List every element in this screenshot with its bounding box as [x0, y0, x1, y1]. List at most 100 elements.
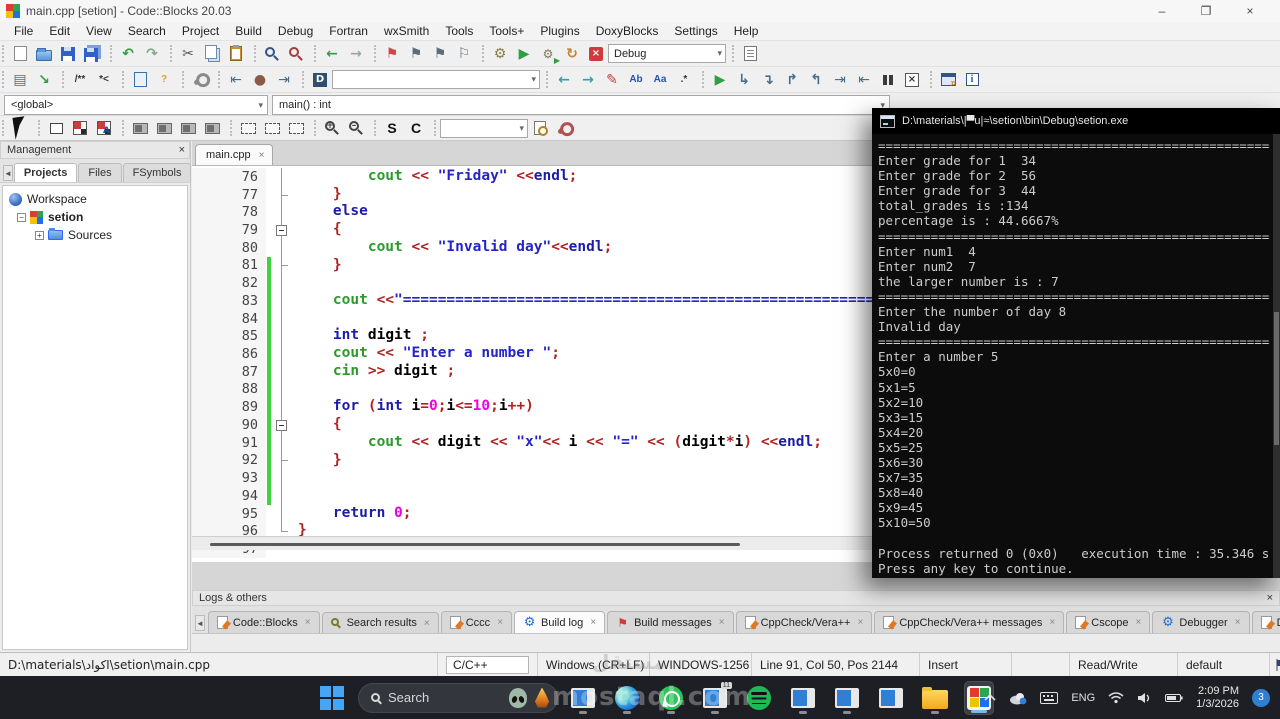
- tab-close-icon[interactable]: ×: [497, 617, 503, 628]
- build-and-run-icon[interactable]: [537, 44, 559, 64]
- find-next-icon[interactable]: →: [577, 70, 599, 90]
- step-into-instruction-icon[interactable]: ⇤: [853, 70, 875, 90]
- notification-badge[interactable]: 3: [1252, 688, 1270, 707]
- fold-toggle-icon[interactable]: [273, 416, 292, 434]
- scrollbar-thumb[interactable]: [210, 543, 740, 546]
- battery-icon[interactable]: [1165, 693, 1183, 703]
- build-target-combo[interactable]: Debug ▾: [608, 44, 726, 63]
- tree-item-workspace[interactable]: Workspace: [9, 190, 187, 208]
- menu-view[interactable]: View: [78, 22, 120, 40]
- prev-bookmark-icon[interactable]: ⚑: [405, 44, 427, 64]
- log-tab-code-blocks[interactable]: Code::Blocks ×: [207, 611, 320, 633]
- menu-plugins[interactable]: Plugins: [532, 22, 587, 40]
- console-title-bar[interactable]: D:\materials\|▀u|≈\setion\bin\Debug\seti…: [872, 108, 1280, 134]
- log-tab-build-messages[interactable]: Build messages ×: [607, 611, 734, 633]
- tree-item-project[interactable]: − setion: [9, 208, 187, 226]
- restore-button[interactable]: ❐: [1184, 0, 1228, 22]
- highlight-occurrences-icon[interactable]: ✎: [601, 70, 623, 90]
- nav-back-icon[interactable]: ←: [321, 44, 343, 64]
- tree-item-sources[interactable]: + Sources: [9, 226, 187, 244]
- clear-bookmarks-icon[interactable]: ⚐: [453, 44, 475, 64]
- start-button[interactable]: [318, 684, 346, 712]
- wx-align-fill-icon[interactable]: [201, 118, 223, 138]
- menu-edit[interactable]: Edit: [41, 22, 78, 40]
- weather-cloud-icon[interactable]: [1009, 691, 1027, 705]
- next-instruction-icon[interactable]: ⇥: [829, 70, 851, 90]
- wx-border-all-icon[interactable]: [285, 118, 307, 138]
- menu-fortran[interactable]: Fortran: [321, 22, 376, 40]
- save-all-icon[interactable]: [81, 44, 103, 64]
- log-tab-search-results[interactable]: Search results ×: [321, 612, 439, 633]
- logs-close-icon[interactable]: ×: [1267, 592, 1273, 604]
- menu-file[interactable]: File: [6, 22, 41, 40]
- tab-close-icon[interactable]: ×: [1136, 617, 1142, 628]
- wx-align-right-icon[interactable]: [177, 118, 199, 138]
- management-close-icon[interactable]: ×: [179, 144, 185, 156]
- taskbar-app-window-3[interactable]: [788, 681, 818, 715]
- fold-toggle-icon[interactable]: [273, 221, 292, 239]
- browse-forward-icon[interactable]: ⇥: [273, 70, 295, 90]
- line-comment-icon[interactable]: *<: [93, 70, 115, 90]
- expand-icon[interactable]: +: [35, 230, 44, 240]
- wx-border-none-icon[interactable]: [237, 118, 259, 138]
- log-tab-cppcheck-vera-[interactable]: CppCheck/Vera++ ×: [735, 611, 873, 633]
- volume-icon[interactable]: [1137, 692, 1152, 704]
- break-debugger-icon[interactable]: [877, 70, 899, 90]
- wx-align-bottom-icon[interactable]: [153, 118, 175, 138]
- tab-close-icon[interactable]: ×: [424, 618, 430, 629]
- browse-marker-icon[interactable]: ●: [249, 70, 271, 90]
- doxy-document-icon[interactable]: [129, 70, 151, 90]
- console-scrollbar[interactable]: [1273, 134, 1280, 578]
- doxyblocks-log-icon[interactable]: [739, 44, 761, 64]
- menu-tools[interactable]: Tools+: [481, 22, 532, 40]
- wx-zoom-out-icon[interactable]: –: [345, 118, 367, 138]
- menu-help[interactable]: Help: [726, 22, 767, 40]
- wx-zoom-in-icon[interactable]: +: [321, 118, 343, 138]
- doxy-help-icon[interactable]: ?: [153, 70, 175, 90]
- doxyblocks-extract-icon[interactable]: ▤: [9, 70, 31, 90]
- regex-icon[interactable]: .*: [673, 70, 695, 90]
- tab-close-icon[interactable]: ×: [590, 617, 596, 628]
- taskbar-app-window-5[interactable]: [876, 681, 906, 715]
- management-tab-files[interactable]: Files: [78, 163, 122, 182]
- function-combo[interactable]: main() : int ▾: [272, 95, 890, 115]
- menu-search[interactable]: Search: [120, 22, 174, 40]
- wx-configure-icon[interactable]: [553, 118, 575, 138]
- management-tab-fsymbols[interactable]: FSymbols: [122, 163, 192, 182]
- toggle-bookmark-icon[interactable]: ⚑: [381, 44, 403, 64]
- wx-resource-icon[interactable]: [93, 118, 115, 138]
- tray-chevron-up-icon[interactable]: [984, 693, 996, 702]
- step-into-icon[interactable]: ↱: [781, 70, 803, 90]
- touch-keyboard-icon[interactable]: [1040, 691, 1059, 704]
- close-button[interactable]: ×: [1228, 0, 1272, 22]
- whole-word-icon[interactable]: Aa: [649, 70, 671, 90]
- log-tab-doxy[interactable]: Doxy×: [1251, 611, 1280, 633]
- input-language[interactable]: ENG: [1071, 692, 1095, 704]
- collapse-icon[interactable]: −: [17, 212, 26, 222]
- open-file-icon[interactable]: [33, 44, 55, 64]
- log-tab-cppcheck-vera-messages[interactable]: CppCheck/Vera++ messages ×: [874, 611, 1065, 633]
- log-tab-debugger[interactable]: Debugger ×: [1152, 611, 1250, 633]
- redo-icon[interactable]: ↷: [141, 44, 163, 64]
- taskbar-clock[interactable]: 2:09 PM 1/3/2026: [1196, 685, 1239, 711]
- status-language-select[interactable]: C/C++: [438, 653, 538, 676]
- wx-show-class-icon[interactable]: C: [405, 118, 427, 138]
- tab-close-icon[interactable]: ×: [857, 617, 863, 628]
- log-tab-build-log[interactable]: Build log ×: [514, 611, 606, 633]
- build-icon[interactable]: ⚙: [489, 44, 511, 64]
- console-window[interactable]: D:\materials\|▀u|≈\setion\bin\Debug\seti…: [872, 108, 1280, 578]
- incredibuild-icon[interactable]: [309, 70, 331, 90]
- menu-tools[interactable]: Tools: [437, 22, 481, 40]
- minimize-button[interactable]: –: [1140, 0, 1184, 22]
- editor-tab-main-cpp[interactable]: main.cpp ×: [195, 144, 274, 165]
- tabs-scroll-left-icon[interactable]: ◄: [3, 165, 13, 181]
- block-comment-icon[interactable]: /**: [69, 70, 91, 90]
- cut-icon[interactable]: ✂: [177, 44, 199, 64]
- menu-doxyblocks[interactable]: DoxyBlocks: [588, 22, 667, 40]
- tab-close-icon[interactable]: ×: [259, 150, 265, 161]
- wx-show-source-icon[interactable]: S: [381, 118, 403, 138]
- tab-close-icon[interactable]: ×: [719, 617, 725, 628]
- wx-palette-icon[interactable]: [69, 118, 91, 138]
- taskbar-file-explorer[interactable]: [920, 681, 950, 715]
- menu-build[interactable]: Build: [227, 22, 270, 40]
